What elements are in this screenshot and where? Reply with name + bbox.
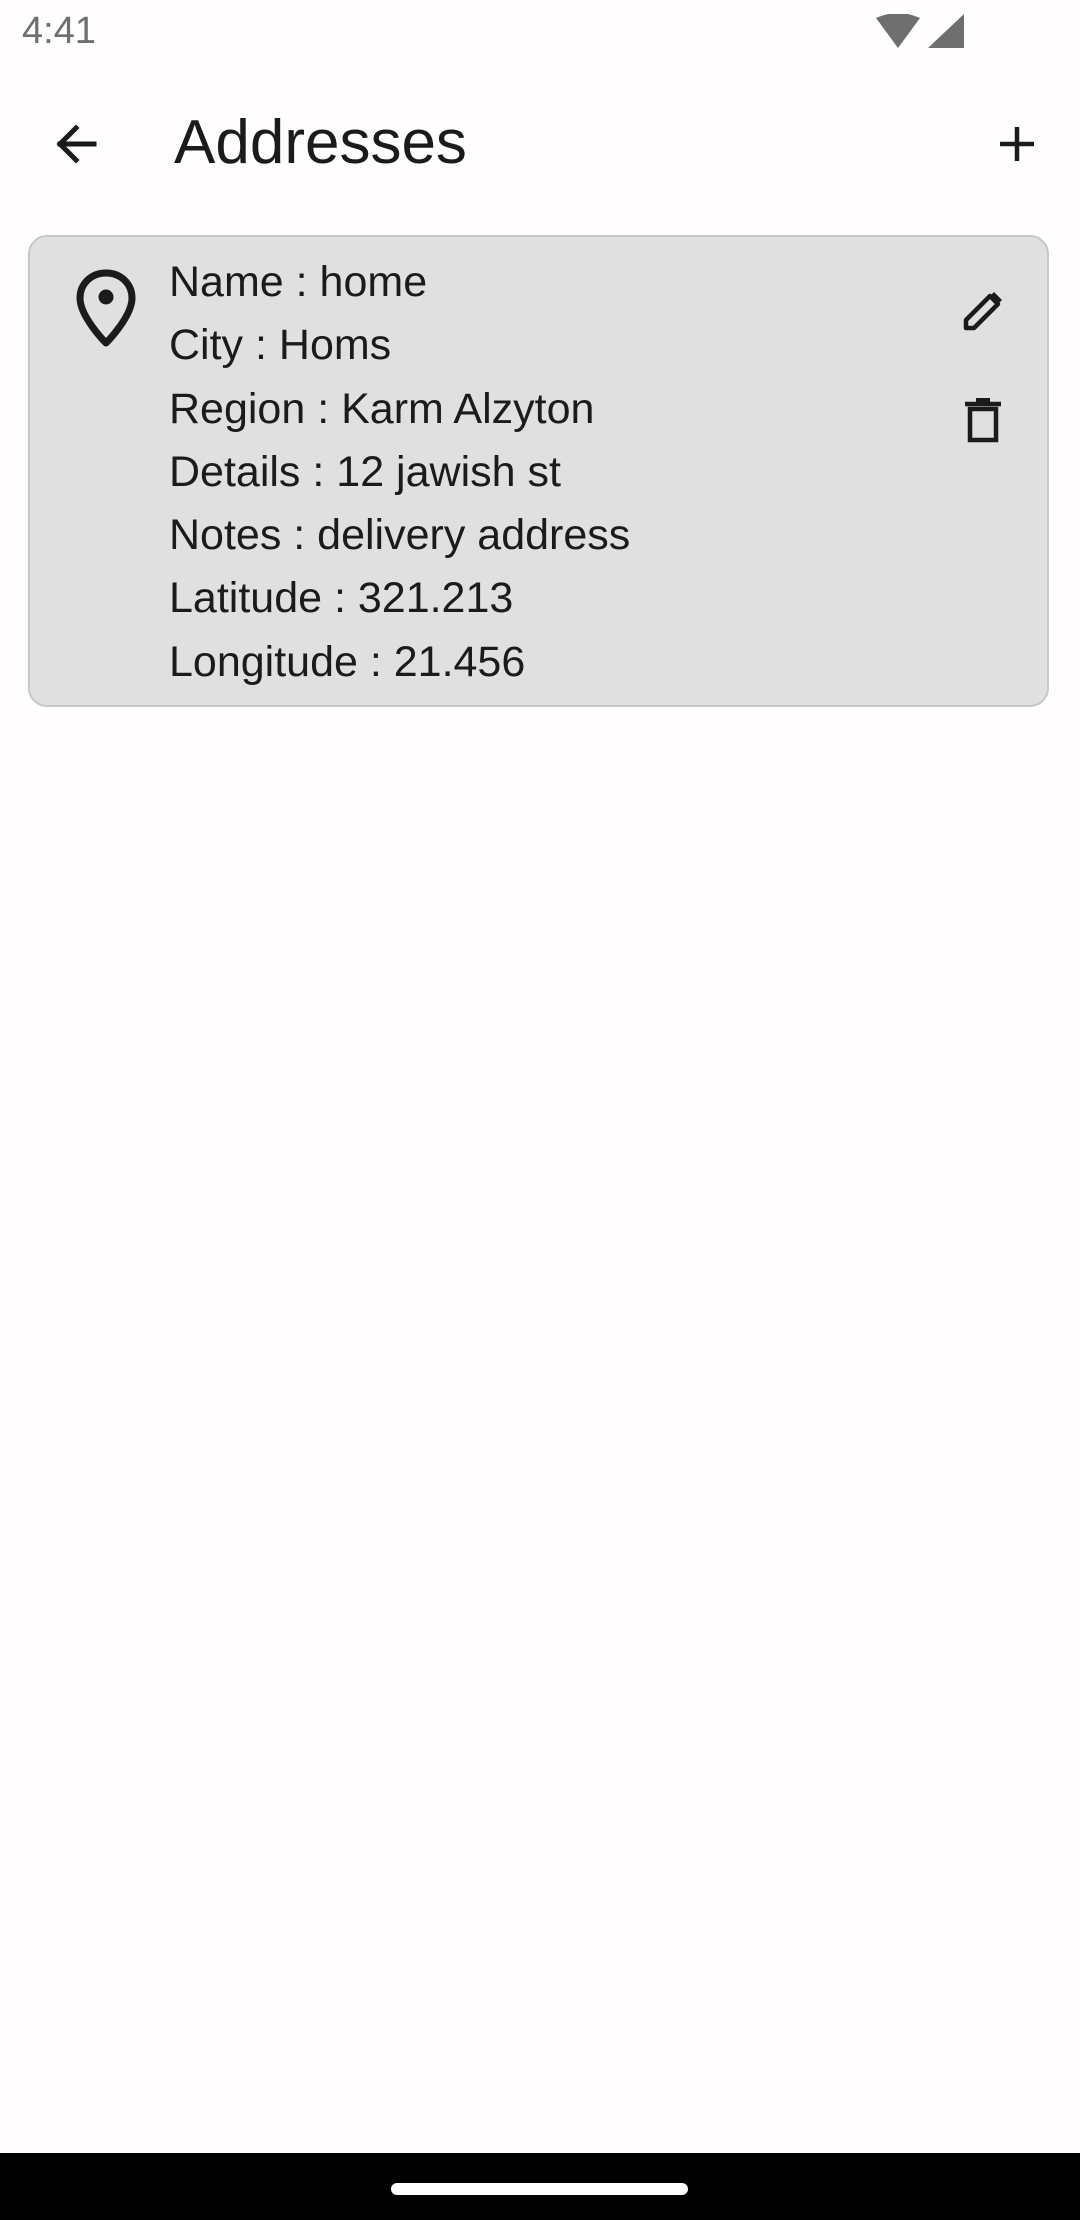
addresses-screen: 4:41 Addresses Name: home City: Homs R… — [0, 0, 1080, 2220]
back-button[interactable] — [37, 105, 115, 183]
edit-address-button[interactable] — [947, 275, 1019, 347]
location-pin-icon — [76, 269, 136, 347]
home-indicator[interactable] — [391, 2183, 688, 2195]
trash-icon — [965, 398, 1001, 443]
address-notes: Notes : delivery address — [169, 511, 631, 560]
address-latitude: Latitude : 321.213 — [169, 574, 514, 623]
plus-icon — [1000, 127, 1034, 161]
status-bar: 4:41 — [0, 0, 1080, 66]
address-card[interactable]: Name : home City : Homs Region : Karm Al… — [28, 235, 1049, 707]
status-icons — [876, 14, 964, 50]
page-title: Addresses — [174, 108, 467, 177]
status-time: 4:41 — [22, 10, 96, 52]
add-address-button[interactable] — [978, 105, 1056, 183]
app-bar: Addresses — [0, 84, 1080, 202]
address-region: Region : Karm Alzyton — [169, 384, 595, 433]
address-city: City : Homs — [169, 321, 392, 370]
address-details-line: Details : 12 jawish st — [169, 447, 561, 496]
address-details: Name : home City : Homs Region : Karm Al… — [169, 251, 630, 694]
gesture-nav-bar — [0, 2153, 1080, 2220]
pencil-icon — [963, 292, 1002, 331]
arrow-back-icon — [56, 124, 97, 164]
cell-signal-icon — [928, 14, 964, 50]
wifi-icon — [876, 14, 920, 50]
address-longitude: Longitude : 21.456 — [169, 637, 526, 686]
delete-address-button[interactable] — [947, 385, 1019, 457]
address-name: Name : home — [169, 258, 428, 306]
